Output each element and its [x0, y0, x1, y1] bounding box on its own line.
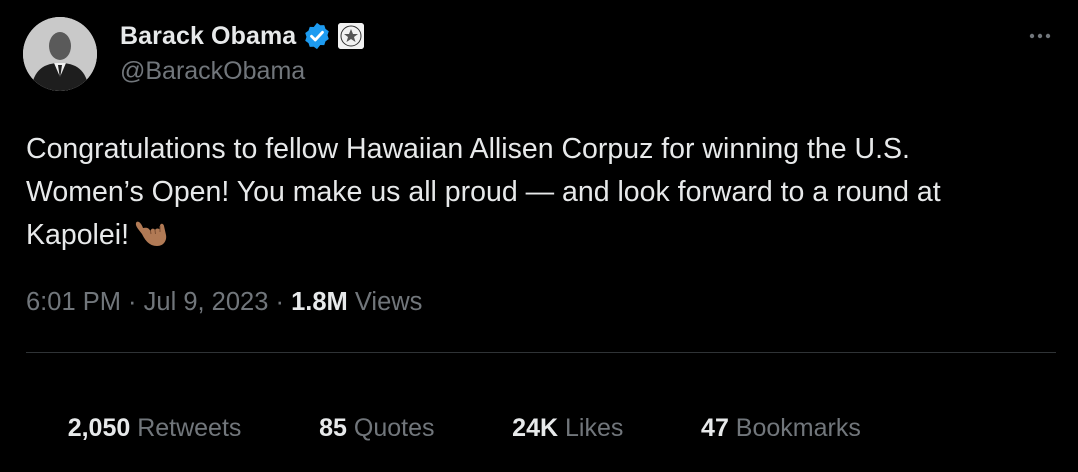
- tweet-date[interactable]: Jul 9, 2023: [144, 288, 269, 317]
- avatar[interactable]: [23, 17, 97, 91]
- shaka-hand-icon: [133, 216, 169, 250]
- tweet-text: Congratulations to fellow Hawaiian Allis…: [26, 128, 1056, 257]
- verified-badge-icon[interactable]: [302, 21, 332, 51]
- more-options-icon[interactable]: [1026, 24, 1054, 48]
- bookmarks-count: 47: [701, 414, 729, 442]
- views-count[interactable]: 1.8M: [291, 288, 348, 317]
- tweet-card: Barack Obama @BarackObama Congratulation…: [0, 0, 1078, 448]
- likes-stat[interactable]: 24K Likes: [470, 385, 623, 472]
- quotes-label: Quotes: [346, 414, 435, 442]
- bookmarks-label: Bookmarks: [728, 414, 861, 442]
- tweet-meta: 6:01 PM · Jul 9, 2023 · 1.8M Views: [26, 288, 422, 317]
- meta-separator: ·: [120, 288, 144, 316]
- quotes-count: 85: [319, 414, 347, 442]
- author-handle[interactable]: @BarackObama: [120, 57, 305, 86]
- quotes-stat[interactable]: 85 Quotes: [277, 385, 434, 472]
- retweets-stat[interactable]: 2,050 Retweets: [26, 385, 242, 472]
- meta-separator: ·: [268, 288, 292, 316]
- engagement-stats: 2,050 Retweets 85 Quotes 24K Likes 47 Bo…: [26, 385, 897, 472]
- author-display-name[interactable]: Barack Obama: [120, 22, 296, 51]
- divider: [26, 352, 1056, 353]
- retweets-count: 2,050: [67, 414, 131, 442]
- likes-count: 24K: [512, 414, 559, 442]
- retweets-label: Retweets: [130, 414, 242, 442]
- tweet-time[interactable]: 6:01 PM: [26, 288, 121, 317]
- us-seal-icon[interactable]: [338, 23, 365, 49]
- views-label[interactable]: Views: [348, 288, 423, 317]
- author-name-row: Barack Obama: [120, 19, 365, 53]
- bookmarks-stat[interactable]: 47 Bookmarks: [659, 385, 861, 472]
- likes-label: Likes: [558, 414, 624, 442]
